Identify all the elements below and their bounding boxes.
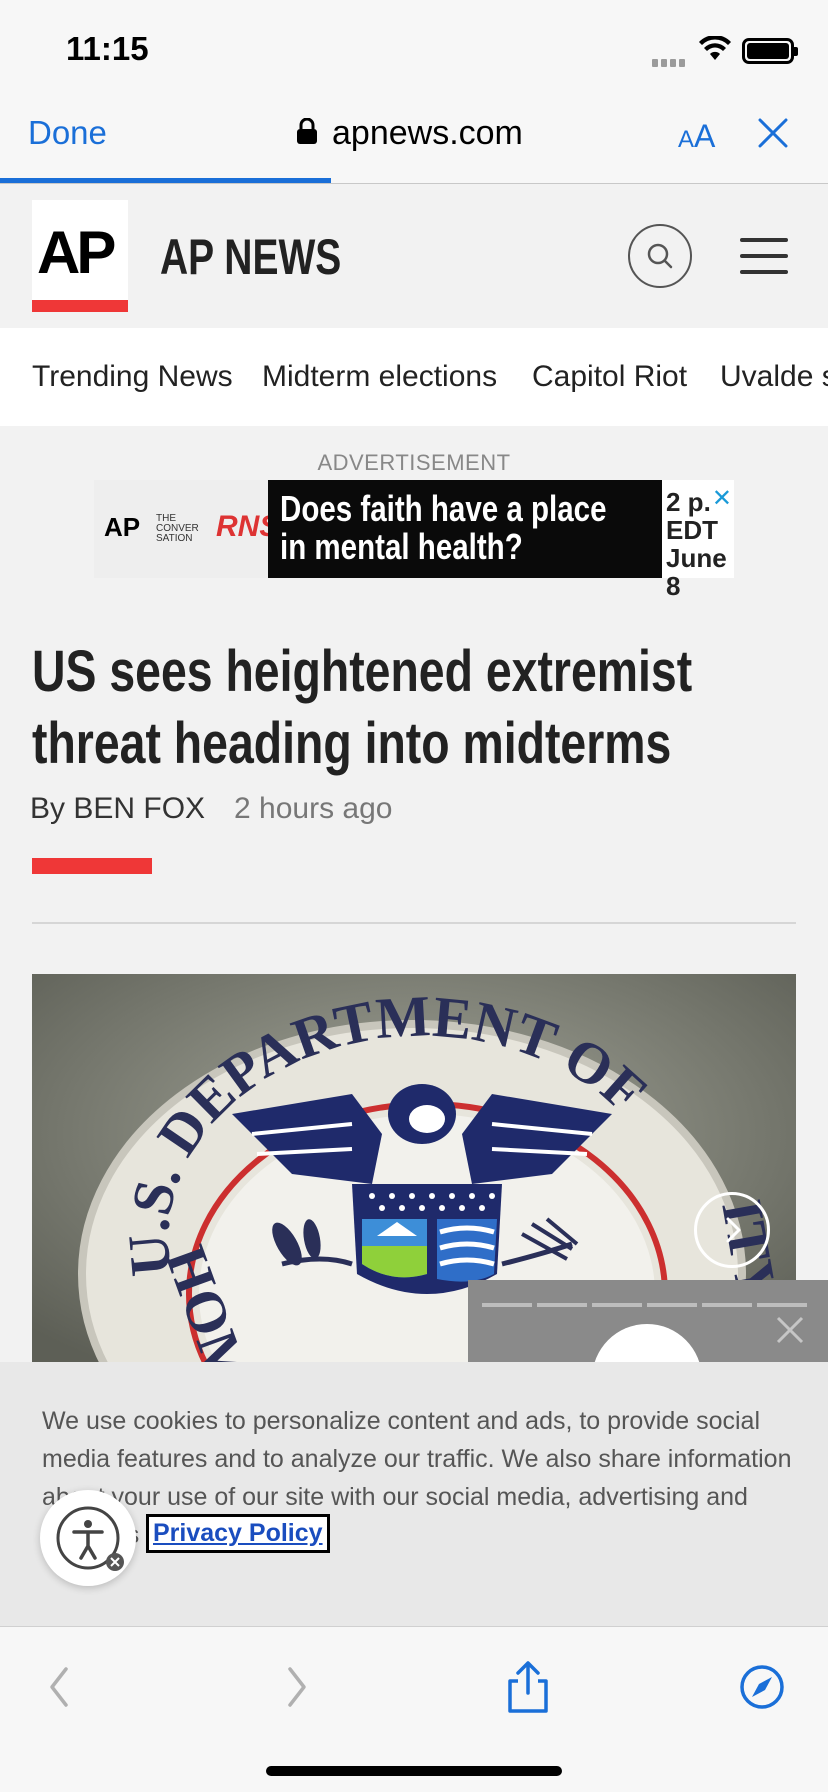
text-size-button[interactable]: AA (678, 118, 715, 155)
headline-accent-bar (32, 858, 152, 874)
video-progress-segments (482, 1294, 812, 1312)
ad-ap-logo: AP (104, 512, 141, 542)
search-button[interactable] (628, 224, 692, 288)
ad-sponsor-logos: AP THE CONVER SATION RNS (94, 480, 279, 578)
ad-close-icon[interactable]: ✕ (712, 484, 732, 513)
status-time: 11:15 (66, 30, 149, 67)
video-close-icon[interactable] (776, 1316, 804, 1344)
nav-item-capitol-riot[interactable]: Capitol Riot (532, 360, 687, 394)
accessibility-button[interactable] (40, 1490, 136, 1586)
ap-logo[interactable]: AP (32, 200, 128, 312)
nav-item-midterm-elections[interactable]: Midterm elections (262, 360, 497, 394)
ad-headline-line1: Does faith have a place (280, 488, 607, 529)
status-bar: 11:15 (0, 0, 828, 98)
nav-item-trending-news[interactable]: Trending News (32, 360, 233, 394)
site-brand-name[interactable]: AP NEWS (160, 228, 341, 286)
ad-conversation-logo: THE CONVER SATION (156, 513, 199, 544)
site-header: AP AP NEWS (0, 184, 828, 328)
ap-logo-red-bar (32, 300, 128, 312)
ad-headline: Does faith have a place in mental health… (280, 490, 607, 566)
lock-icon (297, 118, 317, 144)
ap-logo-text: AP (37, 219, 116, 286)
forward-icon[interactable] (266, 1657, 326, 1717)
wifi-icon (699, 36, 731, 60)
url-text: apnews.com (332, 114, 523, 152)
page-load-progress-bar (0, 178, 331, 183)
image-next-button[interactable] (694, 1192, 770, 1268)
search-icon (647, 243, 673, 269)
ad-headline-line2: in mental health? (280, 526, 523, 567)
article-headline: US sees heightened extremist threat head… (32, 639, 693, 776)
share-icon[interactable] (498, 1657, 558, 1717)
back-icon[interactable] (30, 1657, 90, 1717)
text-size-big-glyph: A (694, 118, 716, 154)
article-timestamp: 2 hours ago (234, 792, 393, 825)
advertisement-banner[interactable]: AP THE CONVER SATION RNS Does faith have… (94, 480, 734, 600)
hamburger-menu-icon[interactable] (740, 238, 788, 274)
topic-nav: Trending News Midterm elections Capitol … (0, 328, 828, 426)
ad-time-line3: June 8 (666, 543, 727, 601)
advertisement-label: ADVERTISEMENT (317, 450, 511, 475)
ad-headline-panel: Does faith have a place in mental health… (268, 480, 662, 578)
browser-toolbar: Done apnews.com AA (0, 98, 828, 184)
close-icon[interactable] (756, 116, 790, 150)
accessibility-icon (56, 1506, 124, 1571)
home-indicator[interactable] (266, 1766, 562, 1776)
article-byline[interactable]: By BEN FOX (30, 792, 205, 826)
chevron-right-icon (726, 1217, 741, 1243)
text-size-small-glyph: A (678, 126, 695, 153)
privacy-policy-link[interactable]: Privacy Policy (146, 1514, 330, 1553)
compass-icon[interactable] (732, 1657, 792, 1717)
nav-item-uvalde[interactable]: Uvalde s (720, 360, 828, 394)
done-button[interactable]: Done (28, 114, 107, 152)
ad-time-line2: EDT (666, 515, 718, 545)
divider (32, 922, 796, 924)
cellular-signal-icon (652, 54, 692, 67)
battery-icon (742, 38, 798, 64)
